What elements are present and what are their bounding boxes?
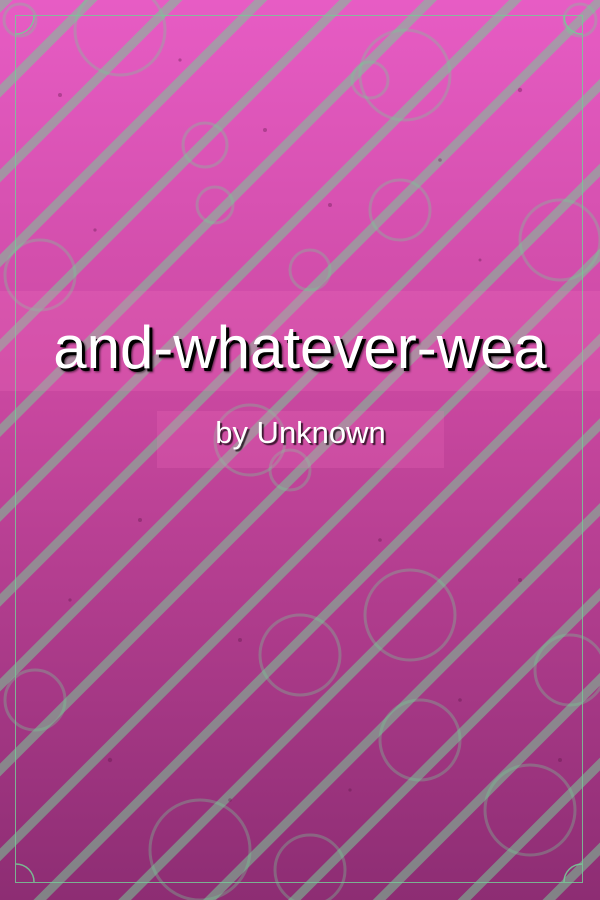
corner-ornament-icon	[16, 16, 35, 35]
book-title: and-whatever-wea	[53, 313, 547, 381]
book-cover: and-whatever-wea by Unknown	[0, 0, 600, 900]
corner-ornament-icon	[16, 863, 35, 882]
book-author: by Unknown	[215, 415, 386, 450]
corner-ornament-icon	[563, 863, 582, 882]
corner-ornament-icon	[563, 16, 582, 35]
